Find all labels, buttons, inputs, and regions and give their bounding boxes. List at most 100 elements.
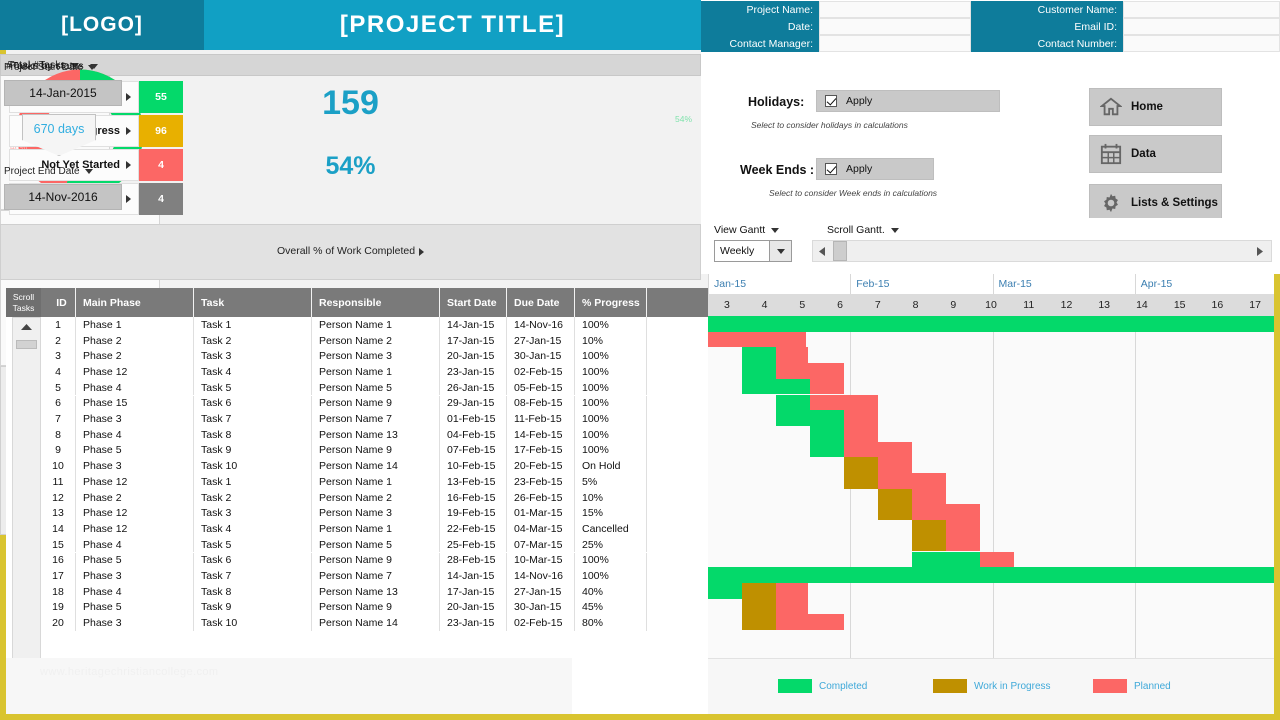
table-cell-responsible: Person Name 9 [312,553,440,569]
scroll-gantt-dropdown[interactable]: Scroll Gantt. [827,224,899,236]
project-end-date-dropdown[interactable]: Project End Date [4,166,93,177]
gantt-bar-wip [844,473,878,489]
table-cell-task: Task 9 [194,600,312,616]
table-cell-due: 08-Feb-15 [507,396,575,412]
checkbox-checked-icon[interactable] [825,95,837,107]
table-row[interactable]: 1Phase 1Task 1Person Name 114-Jan-1514-N… [41,317,708,333]
table-row[interactable]: 19Phase 5Task 9Person Name 920-Jan-1530-… [41,600,708,616]
table-row[interactable]: 6Phase 15Task 6Person Name 929-Jan-1508-… [41,396,708,412]
table-cell-phase: Phase 12 [76,521,194,537]
table-row[interactable]: 18Phase 4Task 8Person Name 1317-Jan-1527… [41,584,708,600]
gantt-bar-plan [810,379,844,395]
nav-button-lists-settings[interactable]: Lists & Settings [1089,184,1222,222]
table-cell-due: 10-Mar-15 [507,553,575,569]
table-cell-id: 13 [41,505,76,521]
column-header[interactable]: Task [194,288,312,317]
view-gantt-dropdown[interactable]: View Gantt [714,224,779,236]
table-row[interactable]: 20Phase 3Task 10Person Name 1423-Jan-150… [41,615,708,631]
table-row[interactable]: 7Phase 3Task 7Person Name 701-Feb-1511-F… [41,411,708,427]
column-header[interactable]: Start Date [440,288,507,317]
table-cell-task: Task 9 [194,443,312,459]
table-row[interactable]: 4Phase 12Task 4Person Name 123-Jan-1502-… [41,364,708,380]
status-row-value: 4 [139,149,183,181]
table-row[interactable]: 13Phase 12Task 3Person Name 319-Feb-1501… [41,505,708,521]
table-cell-id: 10 [41,458,76,474]
scrollbar-thumb[interactable] [16,340,37,349]
table-row[interactable]: 2Phase 2Task 2Person Name 217-Jan-1527-J… [41,333,708,349]
table-row[interactable]: 17Phase 3Task 7Person Name 714-Jan-1514-… [41,568,708,584]
table-cell-start: 26-Jan-15 [440,380,507,396]
field-input[interactable] [1123,1,1280,18]
table-cell-task: Task 10 [194,458,312,474]
table-row[interactable]: 14Phase 12Task 4Person Name 122-Feb-1504… [41,521,708,537]
table-row[interactable]: 8Phase 4Task 8Person Name 1304-Feb-1514-… [41,427,708,443]
table-row[interactable]: 12Phase 2Task 2Person Name 216-Feb-1526-… [41,490,708,506]
table-cell-task: Task 4 [194,521,312,537]
column-header[interactable]: Responsible [312,288,440,317]
column-header[interactable]: Main Phase [76,288,194,317]
gantt-week-label: 13 [1085,294,1123,316]
table-cell-start: 20-Jan-15 [440,348,507,364]
column-header[interactable]: % Progress [575,288,647,317]
table-cell-due: 23-Feb-15 [507,474,575,490]
logo-placeholder[interactable]: [LOGO] [0,0,204,50]
holidays-label: Holidays: [748,95,804,109]
chevron-down-icon[interactable] [769,241,791,261]
chevron-right-icon [126,93,131,101]
table-row[interactable]: 5Phase 4Task 5Person Name 526-Jan-1505-F… [41,380,708,396]
table-cell-due: 07-Mar-15 [507,537,575,553]
field-input[interactable] [819,18,971,35]
field-input[interactable] [1123,35,1280,52]
gantt-view-select[interactable]: Weekly [714,240,792,262]
table-row[interactable]: 16Phase 5Task 6Person Name 928-Feb-1510-… [41,553,708,569]
table-row[interactable]: 15Phase 4Task 5Person Name 525-Feb-1507-… [41,537,708,553]
table-row[interactable]: 11Phase 12Task 1Person Name 113-Feb-1523… [41,474,708,490]
column-header[interactable]: ID [41,288,76,317]
table-cell-id: 14 [41,521,76,537]
home-icon [1100,96,1122,118]
nav-button-lists-settings-label: Lists & Settings [1131,197,1218,209]
table-row[interactable]: 10Phase 3Task 10Person Name 1410-Feb-152… [41,458,708,474]
gantt-bar-done [776,410,844,426]
table-cell-progress: 40% [575,584,647,600]
gantt-horizontal-scrollbar[interactable] [812,240,1272,262]
table-cell-phase: Phase 2 [76,333,194,349]
scroll-up-icon[interactable] [13,324,40,331]
scrollbar-thumb[interactable] [833,241,847,261]
weekends-apply-label: Apply [846,163,872,175]
nav-button-home[interactable]: Home [1089,88,1222,126]
header-field-row: Contact Manager:Contact Number: [701,35,1280,52]
gantt-week-label: 8 [897,294,935,316]
table-cell-due: 05-Feb-15 [507,380,575,396]
table-row[interactable]: 3Phase 2Task 3Person Name 320-Jan-1530-J… [41,348,708,364]
holidays-apply-toggle[interactable]: Apply [816,90,1000,112]
column-header[interactable]: Due Date [507,288,575,317]
nav-button-data[interactable]: Data [1089,135,1222,173]
table-cell-phase: Phase 12 [76,364,194,380]
field-input[interactable] [819,1,971,18]
project-start-date-dropdown[interactable]: Project Start Date [4,62,96,73]
header-field-row: Project Name:Customer Name: [701,1,1280,18]
table-cell-progress: 100% [575,568,647,584]
table-cell-phase: Phase 5 [76,443,194,459]
table-cell-progress: Cancelled [575,521,647,537]
scroll-left-icon[interactable] [813,241,831,261]
project-end-date-value[interactable]: 14-Nov-2016 [4,184,122,210]
gantt-bar-plan [844,426,878,442]
project-start-date-value[interactable]: 14-Jan-2015 [4,80,122,106]
table-cell-start: 13-Feb-15 [440,474,507,490]
checkbox-checked-icon[interactable] [825,163,837,175]
table-cell-progress: 80% [575,615,647,631]
gantt-month-label: Apr-15 [1135,274,1277,294]
app-header: [LOGO] [PROJECT TITLE] Project Name:Cust… [0,0,1280,54]
scroll-right-icon[interactable] [1251,241,1269,261]
task-vertical-scrollbar[interactable] [12,317,41,714]
field-input[interactable] [1123,18,1280,35]
gantt-week-label: 7 [859,294,897,316]
table-cell-responsible: Person Name 3 [312,505,440,521]
table-cell-due: 11-Feb-15 [507,411,575,427]
table-row[interactable]: 9Phase 5Task 9Person Name 907-Feb-1517-F… [41,443,708,459]
weekends-apply-toggle[interactable]: Apply [816,158,934,180]
table-cell-responsible: Person Name 5 [312,537,440,553]
field-input[interactable] [819,35,971,52]
